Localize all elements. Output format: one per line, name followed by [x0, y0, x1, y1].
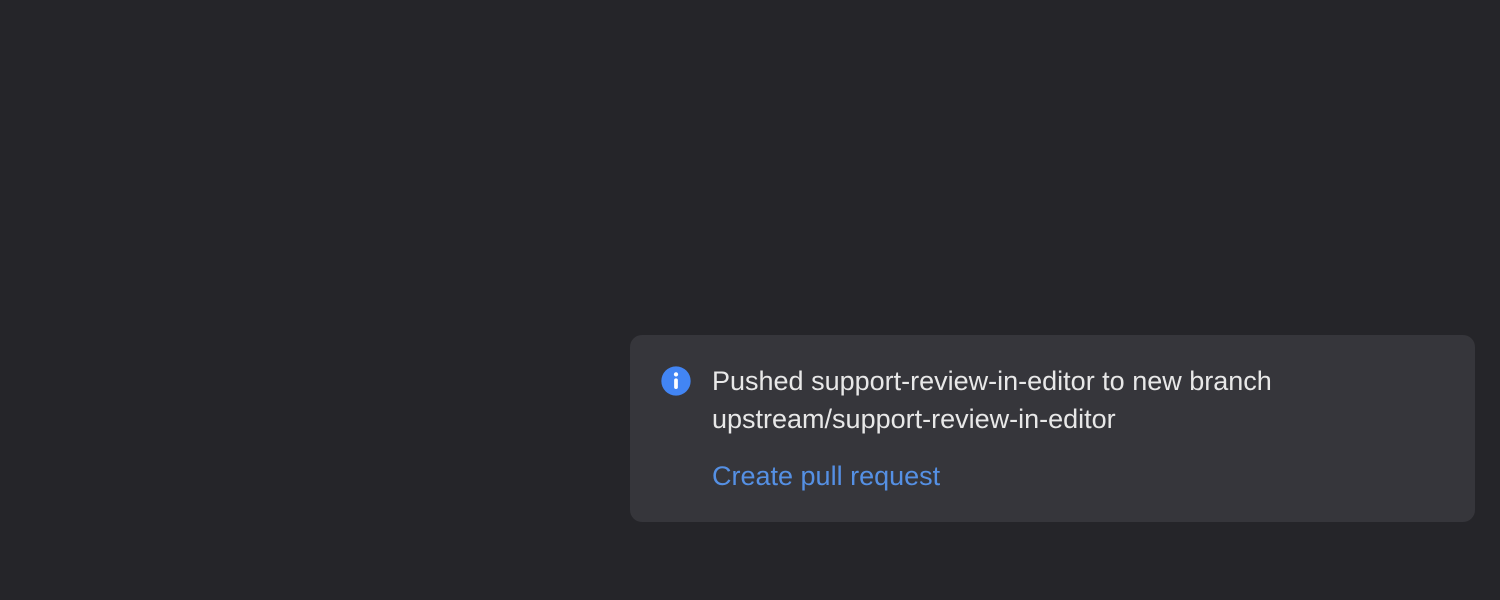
info-icon [660, 365, 692, 397]
notification-icon-wrapper [660, 363, 692, 492]
notification-body: Pushed support-review-in-editor to new b… [712, 363, 1445, 492]
create-pull-request-link[interactable]: Create pull request [712, 461, 940, 492]
notification-toast: Pushed support-review-in-editor to new b… [630, 335, 1475, 522]
notification-message: Pushed support-review-in-editor to new b… [712, 363, 1445, 439]
